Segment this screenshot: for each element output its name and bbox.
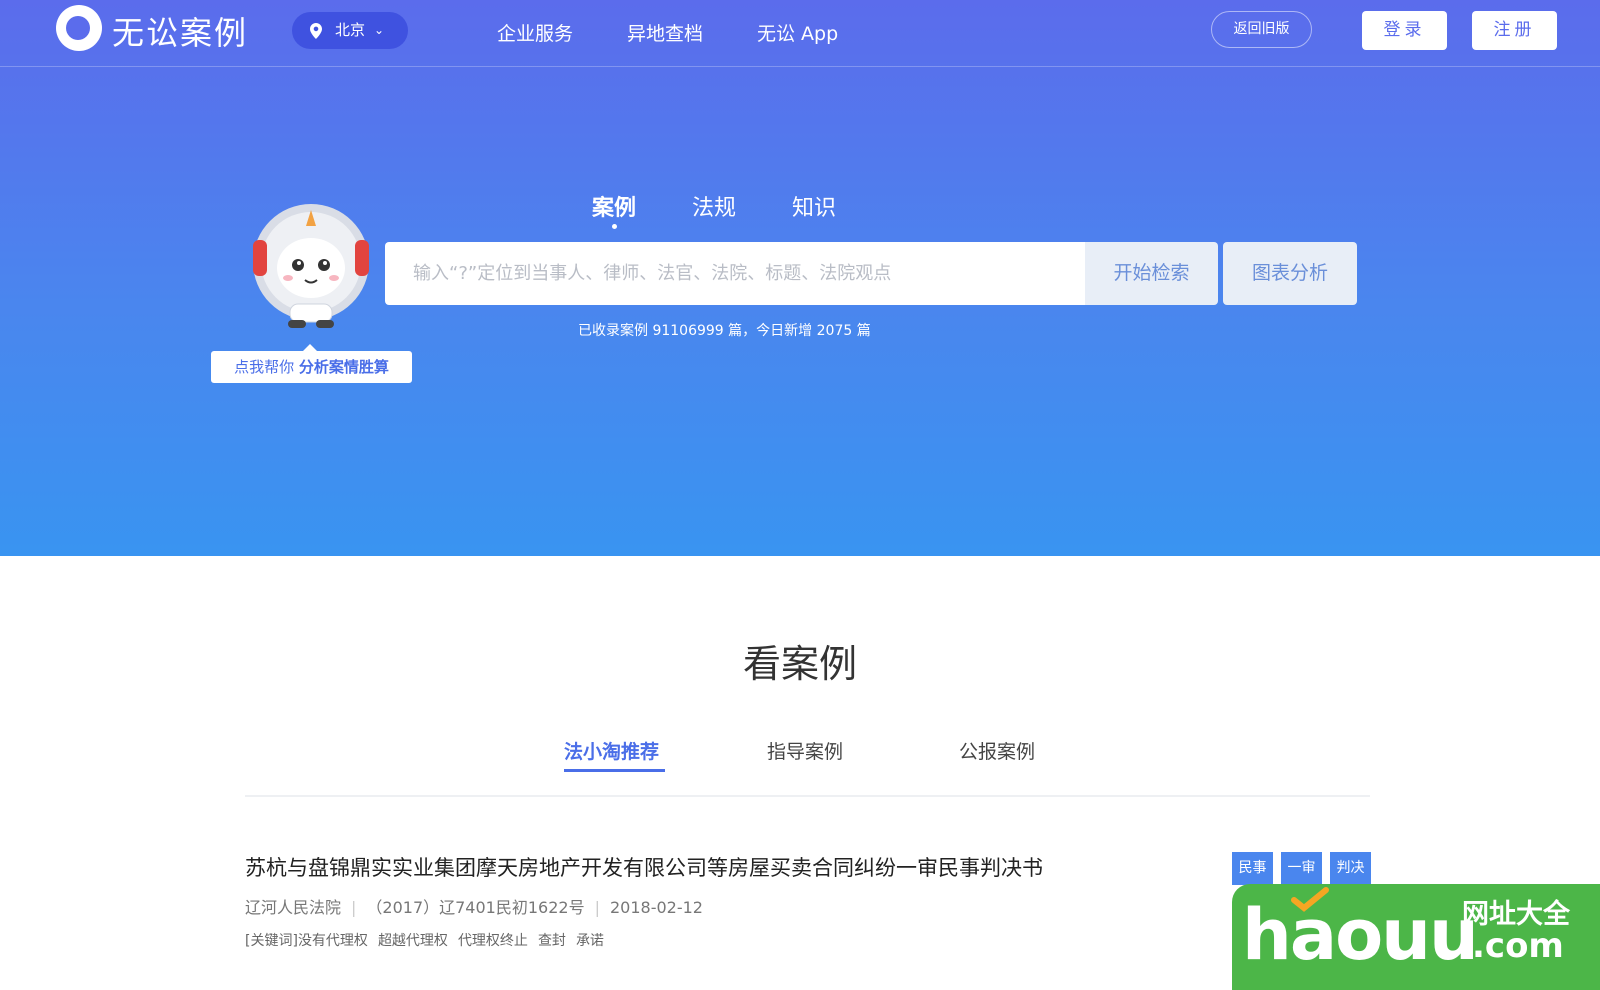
section-title: 看案例 bbox=[742, 642, 857, 686]
logo-text[interactable]: 无讼案例 bbox=[112, 8, 248, 54]
watermark-brand: haouu bbox=[1242, 894, 1479, 976]
tab-gazette-cases[interactable]: 公报案例 bbox=[959, 737, 1035, 764]
bubble-strong: 分析案情胜算 bbox=[298, 358, 389, 376]
keywords-label: [关键词] bbox=[245, 933, 298, 949]
nav-app[interactable]: 无讼 App bbox=[757, 19, 838, 46]
active-tab-indicator bbox=[612, 224, 617, 229]
stats-today: 2075 bbox=[816, 323, 853, 339]
city-selector[interactable]: 北京 ⌄ bbox=[292, 12, 408, 49]
city-label: 北京 bbox=[335, 21, 366, 39]
tag-first-instance[interactable]: 一审 bbox=[1281, 852, 1322, 885]
keyword[interactable]: 承诺 bbox=[576, 933, 604, 949]
nav-enterprise-service[interactable]: 企业服务 bbox=[497, 19, 573, 46]
tab-recommended[interactable]: 法小淘推荐 bbox=[564, 737, 659, 764]
tab-knowledge[interactable]: 知识 bbox=[792, 190, 836, 222]
tag-judgment[interactable]: 判决 bbox=[1330, 852, 1371, 885]
keyword[interactable]: 代理权终止 bbox=[458, 933, 528, 949]
collection-stats: 已收录案例 91106999 篇，今日新增 2075 篇 bbox=[578, 320, 888, 340]
case-court[interactable]: 辽河人民法院 bbox=[245, 898, 341, 917]
decorative-wave bbox=[1, 401, 1599, 556]
keyword[interactable]: 查封 bbox=[538, 933, 566, 949]
chevron-down-icon: ⌄ bbox=[374, 23, 385, 37]
case-title[interactable]: 苏杭与盘锦鼎实实业集团摩天房地产开发有限公司等房屋买卖合同纠纷一审民事判决书 bbox=[245, 852, 1043, 882]
keyword[interactable]: 没有代理权 bbox=[298, 933, 368, 949]
stats-prefix: 已收录案例 bbox=[578, 323, 648, 339]
watermark-domain: .com bbox=[1472, 926, 1564, 966]
register-button[interactable]: 注册 bbox=[1472, 11, 1557, 50]
stats-mid: 篇，今日新增 bbox=[728, 323, 813, 339]
hero-banner: 无讼案例 北京 ⌄ 企业服务 异地查档 无讼 App 返回旧版 登录 注册 案例… bbox=[0, 0, 1600, 556]
watermark-logo: haouu 网址大全 .com bbox=[1232, 884, 1600, 990]
tab-guiding-cases[interactable]: 指导案例 bbox=[767, 737, 843, 764]
case-meta: 辽河人民法院 | （2017）辽7401民初1622号 | 2018-02-12 bbox=[245, 894, 703, 918]
chart-analysis-button[interactable]: 图表分析 bbox=[1223, 242, 1357, 305]
stats-suffix: 篇 bbox=[856, 323, 871, 339]
tab-underline bbox=[564, 769, 665, 772]
mascot-astronaut-icon[interactable] bbox=[250, 200, 372, 330]
logo-icon[interactable] bbox=[56, 5, 102, 51]
mascot-bubble[interactable]: 点我帮你 分析案情胜算 bbox=[211, 344, 412, 383]
tabs-divider bbox=[245, 795, 1370, 797]
tag-civil[interactable]: 民事 bbox=[1232, 852, 1273, 885]
search-input[interactable] bbox=[385, 242, 1085, 305]
bubble-prefix: 点我帮你 bbox=[234, 358, 295, 376]
stats-count: 91106999 bbox=[652, 323, 724, 339]
location-pin-icon bbox=[310, 23, 322, 39]
old-version-button[interactable]: 返回旧版 bbox=[1211, 11, 1312, 48]
case-keywords: [关键词]没有代理权 超越代理权 代理权终止 查封 承诺 bbox=[245, 930, 614, 950]
nav-remote-archive[interactable]: 异地查档 bbox=[627, 19, 703, 46]
login-button[interactable]: 登录 bbox=[1362, 11, 1447, 50]
case-date: 2018-02-12 bbox=[609, 898, 703, 917]
meta-separator: | bbox=[351, 898, 357, 917]
search-button[interactable]: 开始检索 bbox=[1085, 242, 1218, 305]
keyword[interactable]: 超越代理权 bbox=[378, 933, 448, 949]
case-number: （2017）辽7401民初1622号 bbox=[366, 898, 585, 917]
tab-cases[interactable]: 案例 bbox=[592, 190, 636, 222]
tab-laws[interactable]: 法规 bbox=[692, 190, 736, 222]
top-header: 无讼案例 北京 ⌄ 企业服务 异地查档 无讼 App 返回旧版 登录 注册 bbox=[0, 0, 1600, 67]
meta-separator: | bbox=[594, 898, 600, 917]
